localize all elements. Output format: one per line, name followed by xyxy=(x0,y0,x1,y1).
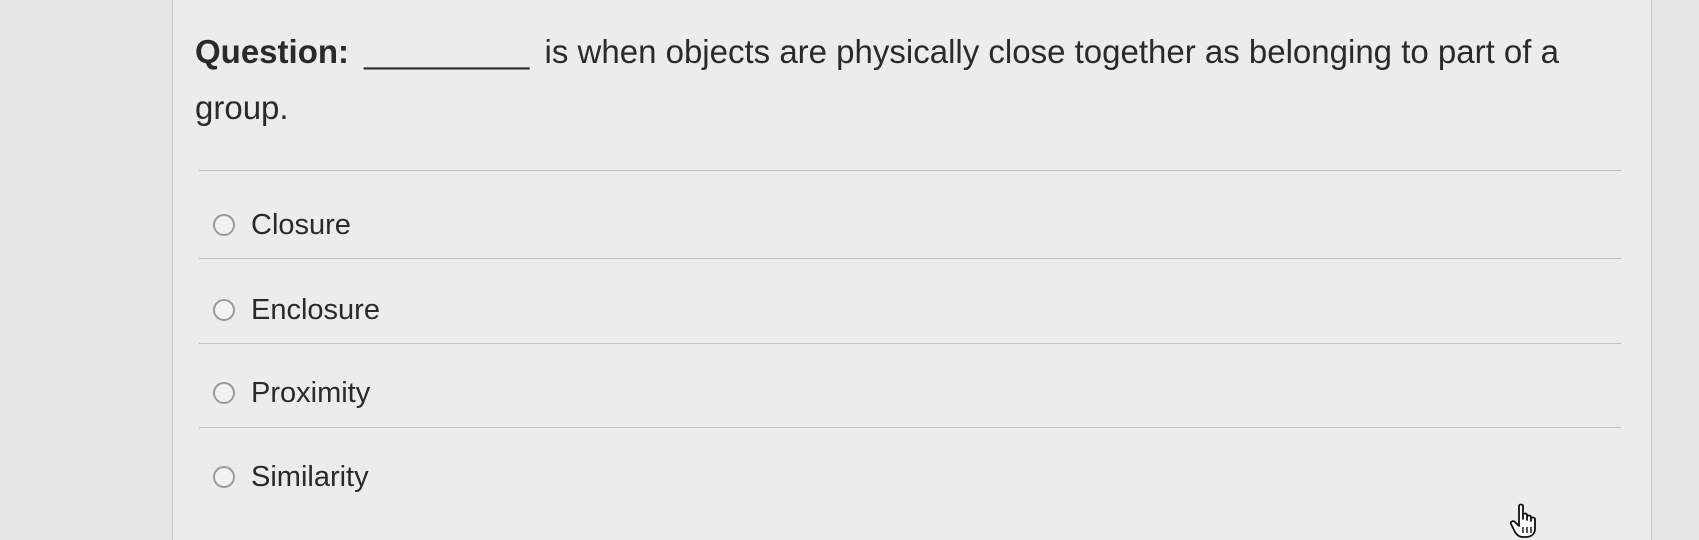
question-text: Question: _________ is when objects are … xyxy=(195,24,1595,136)
option-label: Proximity xyxy=(251,376,371,409)
radio-button[interactable] xyxy=(213,382,235,404)
hand-pointer-icon xyxy=(1509,503,1536,538)
divider xyxy=(199,427,1621,428)
option-similarity[interactable]: Similarity xyxy=(213,457,369,497)
option-label: Closure xyxy=(251,208,351,241)
quiz-panel: Question: _________ is when objects are … xyxy=(172,0,1652,540)
option-enclosure[interactable]: Enclosure xyxy=(213,290,380,330)
question-prefix: Question: xyxy=(195,33,349,70)
option-closure[interactable]: Closure xyxy=(213,205,351,245)
radio-button[interactable] xyxy=(213,299,235,321)
option-proximity[interactable]: Proximity xyxy=(213,373,370,413)
option-label: Enclosure xyxy=(251,293,380,326)
option-label: Similarity xyxy=(251,460,369,493)
divider xyxy=(199,258,1621,259)
radio-button[interactable] xyxy=(213,214,235,236)
radio-button[interactable] xyxy=(213,466,235,488)
question-blank: _________ xyxy=(364,33,530,70)
divider xyxy=(199,343,1621,344)
divider xyxy=(199,170,1621,171)
